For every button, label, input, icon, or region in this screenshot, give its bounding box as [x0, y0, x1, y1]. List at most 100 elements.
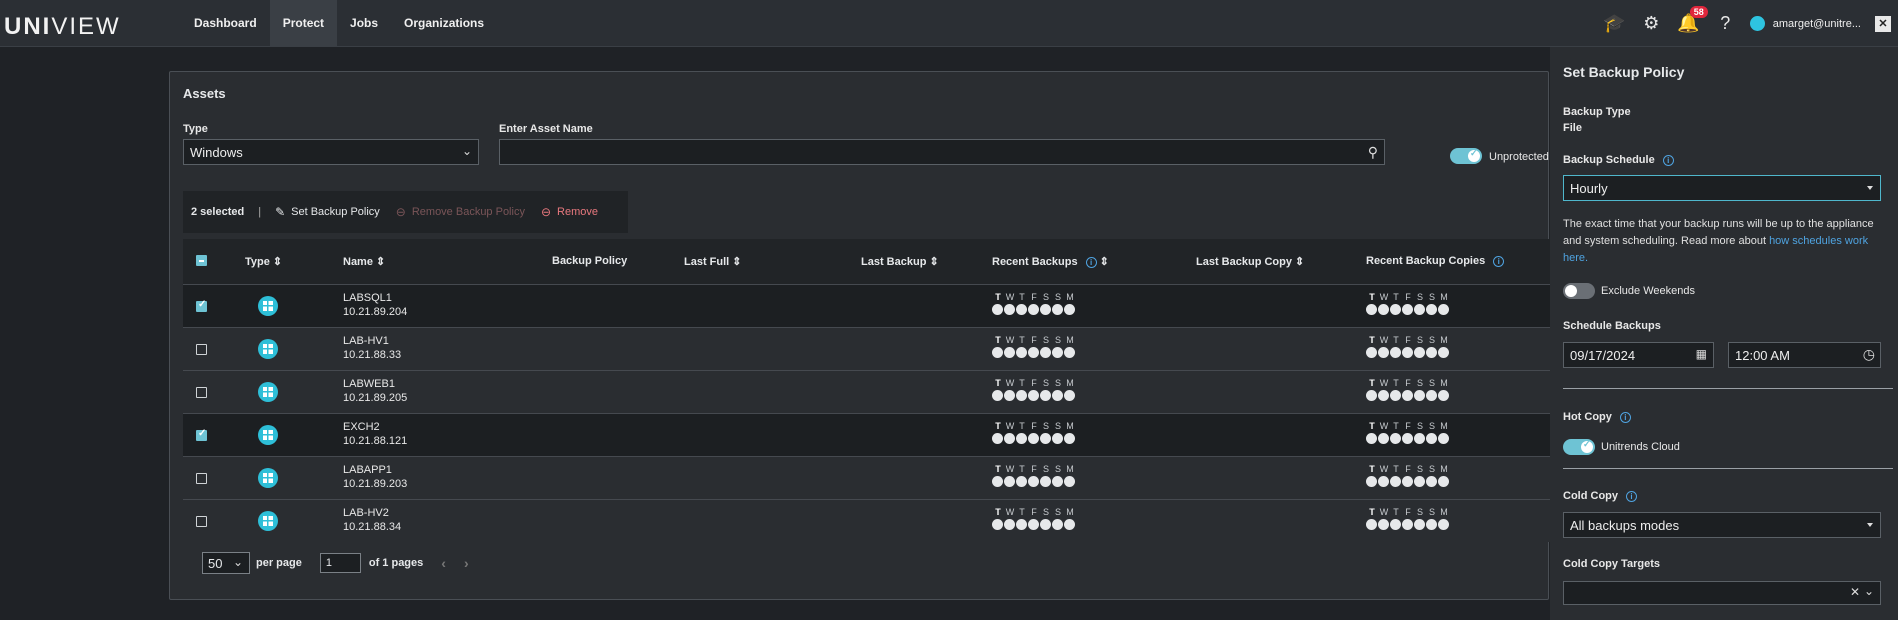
backup-day-dot[interactable]	[1040, 304, 1051, 315]
nav-dashboard[interactable]: Dashboard	[181, 0, 270, 47]
table-row[interactable]: LABWEB1 10.21.89.205 T W T F S S M T W T F S S M	[183, 370, 1550, 413]
cold-copy-targets-select[interactable]: ✕ ⌄	[1563, 581, 1881, 605]
backup-day-dot[interactable]	[1402, 476, 1413, 487]
col-recent-backups[interactable]: Recent Backups i ⇕	[992, 255, 1109, 268]
prev-page-icon[interactable]: ‹	[441, 555, 446, 571]
nav-organizations[interactable]: Organizations	[391, 0, 497, 47]
backup-day-dot[interactable]	[1390, 304, 1401, 315]
row-checkbox[interactable]	[196, 344, 207, 355]
clear-icon[interactable]: ✕	[1850, 585, 1860, 599]
backup-day-dot[interactable]	[1064, 347, 1075, 358]
backup-day-dot[interactable]	[1028, 476, 1039, 487]
table-row[interactable]: EXCH210.21.88.121 TWTFSSM TWTFSSM	[183, 413, 1550, 456]
backup-day-dot[interactable]	[1064, 476, 1075, 487]
backup-day-dot[interactable]	[1052, 519, 1063, 530]
backup-day-dot[interactable]	[1438, 433, 1449, 444]
unprotected-toggle[interactable]	[1450, 148, 1482, 164]
exclude-weekends-toggle[interactable]	[1563, 283, 1595, 299]
backup-day-dot[interactable]	[1016, 476, 1027, 487]
backup-day-dot[interactable]	[1414, 476, 1425, 487]
backup-day-dot[interactable]	[1390, 476, 1401, 487]
table-row[interactable]: LABSQL110.21.89.204 TWTFSSM TWTFSSM	[183, 284, 1550, 327]
backup-day-dot[interactable]	[1414, 304, 1425, 315]
info-icon[interactable]: i	[1619, 412, 1631, 423]
search-icon[interactable]: ⚲	[1368, 144, 1378, 161]
app-logo[interactable]: UNIVIEW	[4, 13, 121, 41]
set-backup-policy-button[interactable]: ✎ Set Backup Policy	[275, 205, 380, 219]
backup-day-dot[interactable]	[1004, 390, 1015, 401]
backup-day-dot[interactable]	[1028, 519, 1039, 530]
calendar-icon[interactable]: ▦	[1696, 347, 1707, 361]
backup-day-dot[interactable]	[1028, 304, 1039, 315]
backup-day-dot[interactable]	[1040, 390, 1051, 401]
info-icon[interactable]: i	[1662, 155, 1674, 166]
col-last-full[interactable]: Last Full ⇕	[684, 255, 742, 268]
backup-day-dot[interactable]	[1426, 476, 1437, 487]
chevron-down-icon[interactable]: ⌄	[1864, 584, 1874, 598]
asset-name-cell[interactable]: LABSQL1 10.21.89.204	[343, 291, 407, 319]
time-input[interactable]: 12:00 AM ◷	[1728, 342, 1881, 368]
col-name[interactable]: Name ⇕	[343, 255, 385, 268]
backup-day-dot[interactable]	[992, 433, 1003, 444]
backup-day-dot[interactable]	[1052, 304, 1063, 315]
help-icon[interactable]: ?	[1707, 13, 1744, 34]
table-row[interactable]: LAB-HV2 10.21.88.34 T W T F S S M T W T F S S M	[183, 499, 1550, 542]
per-page-select[interactable]: 50 ⌄	[202, 552, 250, 574]
backup-day-dot[interactable]	[1004, 304, 1015, 315]
col-last-backup[interactable]: Last Backup ⇕	[861, 255, 939, 268]
backup-day-dot[interactable]	[1414, 390, 1425, 401]
backup-day-dot[interactable]	[1390, 390, 1401, 401]
backup-day-dot[interactable]	[1426, 390, 1437, 401]
backup-day-dot[interactable]	[1402, 519, 1413, 530]
nav-protect[interactable]: Protect	[269, 0, 338, 47]
select-all-checkbox[interactable]	[196, 255, 207, 266]
backup-day-dot[interactable]	[1378, 390, 1389, 401]
asset-name-cell[interactable]: LABWEB1 10.21.89.205	[343, 377, 407, 405]
backup-day-dot[interactable]	[1028, 347, 1039, 358]
backup-day-dot[interactable]	[1366, 390, 1377, 401]
type-select[interactable]: Windows ⌄	[183, 139, 479, 165]
backup-day-dot[interactable]	[992, 304, 1003, 315]
backup-day-dot[interactable]	[1426, 519, 1437, 530]
backup-day-dot[interactable]	[1390, 519, 1401, 530]
asset-name-cell[interactable]: LAB-HV2 10.21.88.34	[343, 506, 401, 534]
backup-day-dot[interactable]	[1004, 476, 1015, 487]
remove-backup-policy-button[interactable]: ⊖ Remove Backup Policy	[396, 205, 525, 219]
backup-day-dot[interactable]	[1390, 433, 1401, 444]
asset-name-cell[interactable]: EXCH2 10.21.88.121	[343, 420, 407, 448]
backup-day-dot[interactable]	[1366, 347, 1377, 358]
clock-icon[interactable]: ◷	[1863, 346, 1875, 363]
backup-day-dot[interactable]	[1016, 433, 1027, 444]
backup-day-dot[interactable]	[1378, 433, 1389, 444]
backup-day-dot[interactable]	[1438, 519, 1449, 530]
backup-day-dot[interactable]	[1378, 519, 1389, 530]
backup-day-dot[interactable]	[1402, 347, 1413, 358]
backup-day-dot[interactable]	[1366, 304, 1377, 315]
row-checkbox[interactable]	[196, 299, 207, 312]
backup-day-dot[interactable]	[992, 476, 1003, 487]
backup-day-dot[interactable]	[1402, 304, 1413, 315]
backup-day-dot[interactable]	[1378, 304, 1389, 315]
col-type[interactable]: Type ⇕	[245, 255, 282, 268]
backup-day-dot[interactable]	[1378, 476, 1389, 487]
backup-day-dot[interactable]	[1064, 390, 1075, 401]
backup-day-dot[interactable]	[1016, 519, 1027, 530]
backup-day-dot[interactable]	[1426, 347, 1437, 358]
backup-schedule-select[interactable]: Hourly	[1563, 175, 1881, 201]
backup-day-dot[interactable]	[1414, 519, 1425, 530]
asset-name-input[interactable]: ⚲	[499, 139, 1385, 165]
row-checkbox[interactable]	[196, 428, 207, 441]
backup-day-dot[interactable]	[1016, 390, 1027, 401]
backup-day-dot[interactable]	[1040, 476, 1051, 487]
graduation-cap-icon[interactable]: 🎓	[1596, 13, 1633, 34]
backup-day-dot[interactable]	[1028, 390, 1039, 401]
backup-day-dot[interactable]	[1052, 390, 1063, 401]
backup-day-dot[interactable]	[1016, 304, 1027, 315]
backup-day-dot[interactable]	[1040, 519, 1051, 530]
asset-name-cell[interactable]: LAB-HV1 10.21.88.33	[343, 334, 401, 362]
backup-day-dot[interactable]	[1402, 390, 1413, 401]
backup-day-dot[interactable]	[1402, 433, 1413, 444]
backup-day-dot[interactable]	[1028, 433, 1039, 444]
row-checkbox[interactable]	[196, 516, 207, 527]
backup-day-dot[interactable]	[1438, 304, 1449, 315]
